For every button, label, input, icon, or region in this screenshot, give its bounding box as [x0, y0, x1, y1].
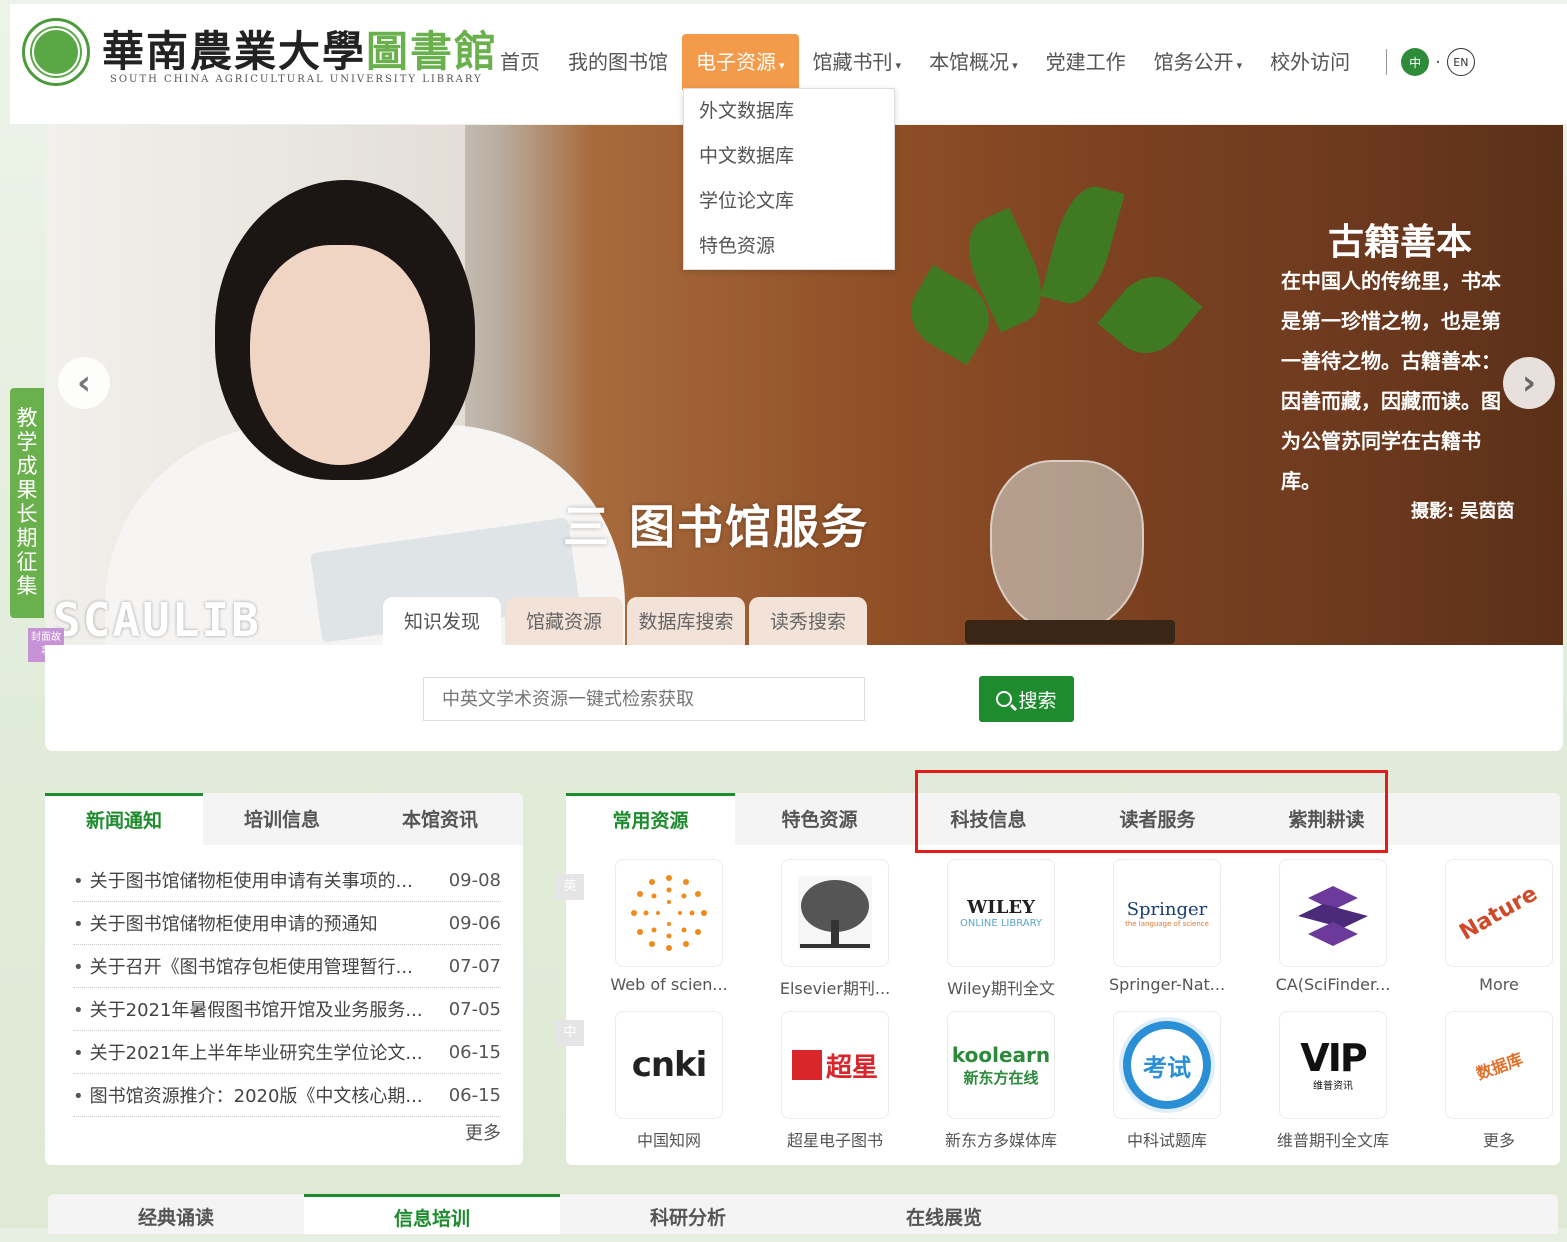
resource-elsevier[interactable]: Elsevier期刊... [752, 859, 918, 1011]
e-resources-dropdown: 外文数据库 中文数据库 学位论文库 特色资源 [683, 88, 895, 270]
tab-special-resources[interactable]: 特色资源 [735, 793, 904, 845]
list-item[interactable]: 关于2021年暑假图书馆开馆及业务服务...07-05 [73, 988, 501, 1031]
nav-party-work[interactable]: 党建工作 [1032, 34, 1140, 90]
resource-cnki[interactable]: cnki 中国知网 [586, 1011, 752, 1163]
news-panel: 新闻通知 培训信息 本馆资讯 关于图书馆储物柜使用申请有关事项的...09-08… [45, 793, 523, 1165]
exam-logo-icon: 考试 [1113, 1011, 1221, 1119]
row-label-chinese: 中 [556, 1020, 584, 1046]
nav-home[interactable]: 首页 [486, 34, 554, 90]
nav-divider [1386, 49, 1388, 75]
news-more-link[interactable]: 更多 [465, 1119, 501, 1145]
list-item[interactable]: 图书馆资源推介：2020版《中文核心期...06-15 [73, 1074, 501, 1117]
nav-affairs[interactable]: 馆务公开 ▾ [1140, 34, 1257, 90]
nav-my-library[interactable]: 我的图书馆 [554, 34, 682, 90]
bottom-tabs: 经典诵读 信息培训 科研分析 在线展览 [48, 1194, 1558, 1234]
tab-research-analysis[interactable]: 科研分析 [560, 1194, 816, 1234]
word-cloud-logo-icon: Nature [1445, 859, 1553, 967]
resource-web-of-science[interactable]: Web of scien... [586, 859, 752, 1011]
dropdown-item-special-resources[interactable]: 特色资源 [684, 224, 894, 269]
resource-grid: Web of scien... Elsevier期刊... WILEY ONLI… [586, 859, 1567, 1163]
search-button[interactable]: 搜索 [979, 676, 1074, 722]
word-cloud-cn-logo-icon: 数据库 [1445, 1011, 1553, 1119]
banner-prev-arrow-icon[interactable]: ‹ [58, 357, 110, 409]
search-tab-collection[interactable]: 馆藏资源 [505, 597, 623, 645]
dropdown-item-foreign-db[interactable]: 外文数据库 [684, 89, 894, 134]
nav-about[interactable]: 本馆概况 ▾ [915, 34, 1032, 90]
list-item[interactable]: 关于召开《图书馆存包柜使用管理暂行...07-07 [73, 945, 501, 988]
search-tab-database[interactable]: 数据库搜索 [627, 597, 745, 645]
elsevier-tree-logo-icon [781, 859, 889, 967]
vip-logo-icon: VIP 维普资讯 [1279, 1011, 1387, 1119]
wiley-logo-icon: WILEY ONLINE LIBRARY [947, 859, 1055, 967]
list-item[interactable]: 关于图书馆储物柜使用申请有关事项的...09-08 [73, 859, 501, 902]
news-list: 关于图书馆储物柜使用申请有关事项的...09-08 关于图书馆储物柜使用申请的预… [73, 859, 501, 1117]
caret-down-icon: ▾ [1012, 59, 1018, 72]
chaoxing-logo-icon: 超星 [781, 1011, 889, 1119]
search-tabs: 知识发现 馆藏资源 数据库搜索 读秀搜索 [383, 597, 871, 645]
resource-chaoxing[interactable]: 超星 超星电子图书 [752, 1011, 918, 1163]
main-nav: 首页 我的图书馆 电子资源 ▾ 馆藏书刊 ▾ 本馆概况 ▾ 党建工作 馆务公开 ▾ 校外… [486, 34, 1475, 90]
library-logo-subtitle: SOUTH CHINA AGRICULTURAL UNIVERSITY LIBR… [110, 74, 483, 85]
resource-springer[interactable]: Springer the language of science Springe… [1084, 859, 1250, 1011]
web-of-science-logo-icon [615, 859, 723, 967]
nav-off-campus[interactable]: 校外访问 [1256, 34, 1364, 90]
list-item[interactable]: 关于图书馆储物柜使用申请的预通知09-06 [73, 902, 501, 945]
tab-online-exhibition[interactable]: 在线展览 [816, 1194, 1072, 1234]
resource-more-chinese[interactable]: 数据库 更多 [1416, 1011, 1567, 1163]
library-logo[interactable]: 華南農業大學圖書館 [102, 18, 498, 79]
search-icon [996, 691, 1013, 707]
caret-down-icon: ▾ [779, 59, 785, 72]
tab-classic-reading[interactable]: 经典诵读 [48, 1194, 304, 1234]
tab-library-info[interactable]: 本馆资讯 [361, 793, 519, 845]
search-input[interactable] [423, 677, 865, 721]
banner-photo-credit: 摄影: 吴茵茵 [1411, 501, 1515, 522]
resource-vip[interactable]: VIP 维普资讯 维普期刊全文库 [1250, 1011, 1416, 1163]
dropdown-item-thesis-db[interactable]: 学位论文库 [684, 179, 894, 224]
library-seal-logo[interactable] [22, 18, 90, 86]
resource-wiley[interactable]: WILEY ONLINE LIBRARY Wiley期刊全文 [918, 859, 1084, 1011]
lang-english-button[interactable]: EN [1446, 48, 1475, 76]
cnki-logo-icon: cnki [615, 1011, 723, 1119]
tab-info-training[interactable]: 信息培训 [304, 1194, 560, 1234]
tab-news[interactable]: 新闻通知 [45, 793, 203, 845]
side-tab-teaching-results[interactable]: 教学成果长期征集 [10, 388, 44, 618]
highlight-annotation-box [915, 770, 1388, 853]
scaulib-logo: SCAULIB [53, 593, 261, 645]
tab-common-resources[interactable]: 常用资源 [566, 793, 735, 845]
banner-description: 在中国人的传统里，书本是第一珍惜之物，也是第一善待之物。古籍善本：因善而藏，因藏… [1281, 269, 1501, 493]
banner-next-arrow-icon[interactable]: › [1503, 357, 1555, 409]
news-tabs: 新闻通知 培训信息 本馆资讯 [45, 793, 523, 845]
resource-koolearn[interactable]: koolearn 新东方在线 新东方多媒体库 [918, 1011, 1084, 1163]
nav-collections[interactable]: 馆藏书刊 ▾ [799, 34, 916, 90]
row-label-english: 英 [556, 874, 584, 900]
search-area: 搜索 [45, 645, 1563, 751]
caret-down-icon: ▾ [895, 59, 902, 72]
springer-logo-icon: Springer the language of science [1113, 859, 1221, 967]
lang-chinese-button[interactable]: 中 [1401, 48, 1430, 76]
koolearn-logo-icon: koolearn 新东方在线 [947, 1011, 1055, 1119]
tab-training[interactable]: 培训信息 [203, 793, 361, 845]
banner-title: 古籍善本 [1327, 222, 1472, 263]
banner-photo-plant [990, 460, 1144, 634]
list-item[interactable]: 关于2021年上半年毕业研究生学位论文...06-15 [73, 1031, 501, 1074]
caret-down-icon: ▾ [1236, 59, 1243, 72]
resource-scifinder[interactable]: CA(SciFinder... [1250, 859, 1416, 1011]
resource-exam-bank[interactable]: 考试 中科试题库 [1084, 1011, 1250, 1163]
scifinder-logo-icon [1279, 859, 1387, 967]
lang-separator: · [1435, 51, 1441, 73]
search-tab-discovery[interactable]: 知识发现 [383, 597, 501, 645]
dropdown-item-chinese-db[interactable]: 中文数据库 [684, 134, 894, 179]
resource-more-english[interactable]: Nature More [1416, 859, 1567, 1011]
banner-overlay-heading: 三 图书馆服务 [563, 500, 870, 554]
nav-e-resources[interactable]: 电子资源 ▾ [682, 34, 799, 90]
search-tab-duxiu[interactable]: 读秀搜索 [749, 597, 867, 645]
